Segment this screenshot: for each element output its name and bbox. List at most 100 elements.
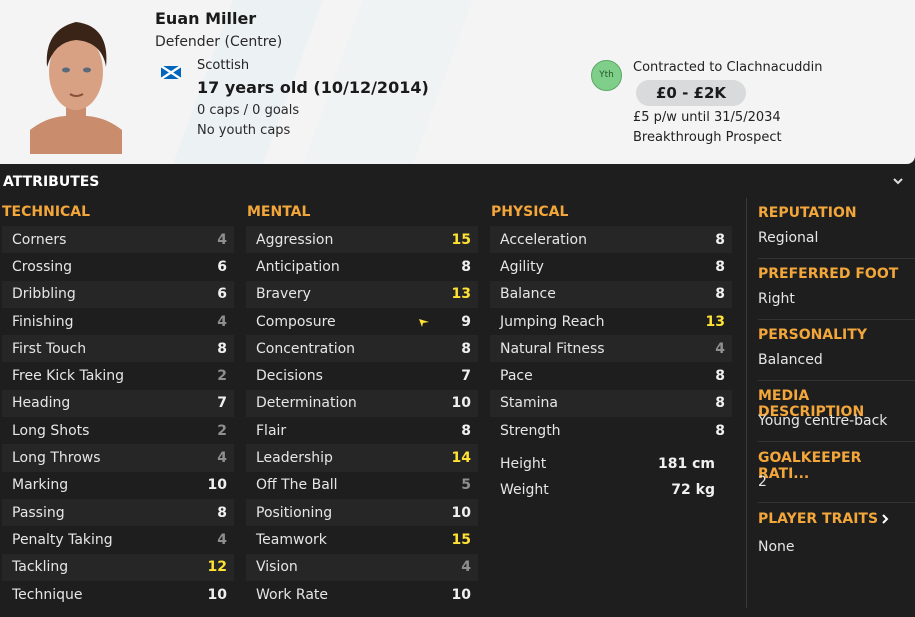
club-badge-icon[interactable]: Yth (591, 60, 622, 91)
attribute-label: Concentration (256, 340, 356, 357)
attribute-value: 8 (217, 340, 227, 357)
attribute-row-tackling[interactable]: Tackling 12 (2, 553, 234, 581)
attribute-row-heading[interactable]: Heading 7 (2, 389, 234, 418)
attribute-row-natural-fitness[interactable]: Natural Fitness 4 (490, 335, 732, 363)
attribute-row-bravery[interactable]: Bravery 13 (246, 280, 478, 308)
attribute-label: Dribbling (12, 286, 76, 303)
physical-list: Acceleration 8 Agility 8 Balance 8 Jumping Rea… (490, 226, 732, 444)
weight-value: 72 kg (671, 482, 715, 498)
attribute-label: Crossing (12, 258, 73, 275)
attribute-row-strength[interactable]: Strength 8 (490, 417, 732, 444)
attribute-value: 15 (451, 231, 471, 248)
player-traits-link[interactable]: PLAYER TRAITS (758, 511, 890, 527)
attribute-value: 6 (217, 286, 227, 303)
attribute-value: 8 (715, 395, 725, 412)
attribute-label: Aggression (256, 231, 334, 248)
attribute-row-teamwork[interactable]: Teamwork 15 (246, 526, 478, 553)
attribute-row-anticipation[interactable]: Anticipation 8 (246, 253, 478, 280)
attribute-label: Flair (256, 422, 287, 439)
contract-club[interactable]: Contracted to Clachnacuddin (633, 60, 822, 75)
attribute-value: 10 (207, 477, 227, 494)
attribute-row-agility[interactable]: Agility 8 (490, 253, 732, 280)
attribute-label: Jumping Reach (500, 313, 605, 330)
attribute-row-penalty-taking[interactable]: Penalty Taking 4 (2, 526, 234, 553)
attribute-value: 4 (217, 231, 227, 248)
attribute-value: 13 (705, 313, 725, 330)
attribute-row-balance[interactable]: Balance 8 (490, 280, 732, 308)
technical-list: Corners 4 Crossing 6 Dribbling 6 Finishing 4 Fir… (2, 226, 234, 608)
attribute-label: Technique (12, 586, 83, 603)
attribute-row-composure[interactable]: Composure 9 (246, 308, 478, 335)
height-row: Height 181 cm (490, 451, 722, 477)
goalkeeper-rating-value: 2 (758, 474, 767, 490)
player-nationality: Scottish (197, 58, 250, 73)
attribute-value: 4 (217, 313, 227, 330)
attribute-row-determination[interactable]: Determination 10 (246, 389, 478, 418)
attribute-value: 8 (461, 258, 471, 275)
attribute-row-long-shots[interactable]: Long Shots 2 (2, 417, 234, 444)
attribute-row-free-kick-taking[interactable]: Free Kick Taking 2 (2, 362, 234, 389)
attribute-row-positioning[interactable]: Positioning 10 (246, 498, 478, 527)
preferred-foot-heading: PREFERRED FOOT (758, 266, 899, 282)
attribute-value: 9 (461, 313, 471, 330)
column-divider (746, 198, 747, 608)
personality-value: Balanced (758, 352, 823, 368)
attribute-row-first-touch[interactable]: First Touch 8 (2, 335, 234, 363)
attribute-label: Off The Ball (256, 477, 338, 494)
attribute-label: Composure (256, 313, 336, 330)
attribute-value: 4 (217, 450, 227, 467)
attribute-label: Marking (12, 477, 69, 494)
attribute-value: 8 (461, 422, 471, 439)
attribute-label: Anticipation (256, 258, 340, 275)
attribute-row-work-rate[interactable]: Work Rate 10 (246, 581, 478, 608)
attribute-value: 4 (217, 531, 227, 548)
attribute-row-dribbling[interactable]: Dribbling 6 (2, 280, 234, 308)
attribute-row-passing[interactable]: Passing 8 (2, 498, 234, 527)
divider (758, 258, 915, 259)
chevron-down-icon[interactable] (891, 174, 905, 188)
attribute-value: 10 (451, 586, 471, 603)
attribute-value: 8 (715, 258, 725, 275)
attribute-label: Strength (500, 422, 561, 439)
attribute-row-crossing[interactable]: Crossing 6 (2, 253, 234, 280)
attribute-row-concentration[interactable]: Concentration 8 (246, 335, 478, 363)
attribute-label: Finishing (12, 313, 74, 330)
player-traits-heading: PLAYER TRAITS (758, 511, 879, 527)
prospect-status: Breakthrough Prospect (633, 130, 782, 145)
attribute-value: 15 (451, 531, 471, 548)
attribute-row-stamina[interactable]: Stamina 8 (490, 389, 732, 418)
attribute-row-technique[interactable]: Technique 10 (2, 581, 234, 608)
attribute-row-leadership[interactable]: Leadership 14 (246, 444, 478, 472)
attribute-row-corners[interactable]: Corners 4 (2, 226, 234, 254)
player-name: Euan Miller (155, 9, 257, 28)
attribute-row-acceleration[interactable]: Acceleration 8 (490, 226, 732, 254)
attribute-label: Agility (500, 258, 544, 275)
attribute-label: Tackling (12, 559, 69, 576)
preferred-foot-value: Right (758, 291, 795, 307)
player-header: Euan Miller Defender (Centre) Scottish 1… (0, 0, 915, 164)
attribute-label: Leadership (256, 450, 333, 467)
attribute-row-flair[interactable]: Flair 8 (246, 417, 478, 444)
mental-list: Aggression 15 Anticipation 8 Bravery 13 Compos… (246, 226, 478, 608)
reputation-value: Regional (758, 230, 819, 246)
attribute-row-pace[interactable]: Pace 8 (490, 362, 732, 389)
physical-measurements: Height 181 cm Weight 72 kg (490, 451, 732, 503)
arrow-indicator-icon (419, 319, 429, 327)
attribute-row-long-throws[interactable]: Long Throws 4 (2, 444, 234, 472)
technical-heading: TECHNICAL (2, 204, 91, 220)
attribute-row-vision[interactable]: Vision 4 (246, 553, 478, 581)
attribute-row-decisions[interactable]: Decisions 7 (246, 362, 478, 389)
attribute-row-off-the-ball[interactable]: Off The Ball 5 (246, 472, 478, 499)
attribute-row-aggression[interactable]: Aggression 15 (246, 226, 478, 254)
attribute-value: 6 (217, 258, 227, 275)
divider (758, 319, 915, 320)
attribute-label: Acceleration (500, 231, 587, 248)
attribute-row-marking[interactable]: Marking 10 (2, 472, 234, 499)
player-traits-value: None (758, 539, 795, 555)
value-badge: £0 - £2K (636, 80, 746, 106)
attribute-row-jumping-reach[interactable]: Jumping Reach 13 (490, 308, 732, 335)
attribute-row-finishing[interactable]: Finishing 4 (2, 308, 234, 335)
attribute-label: Teamwork (256, 531, 327, 548)
goalkeeper-rating-heading: GOALKEEPER RATI... (758, 450, 862, 482)
mental-heading: MENTAL (247, 204, 311, 220)
